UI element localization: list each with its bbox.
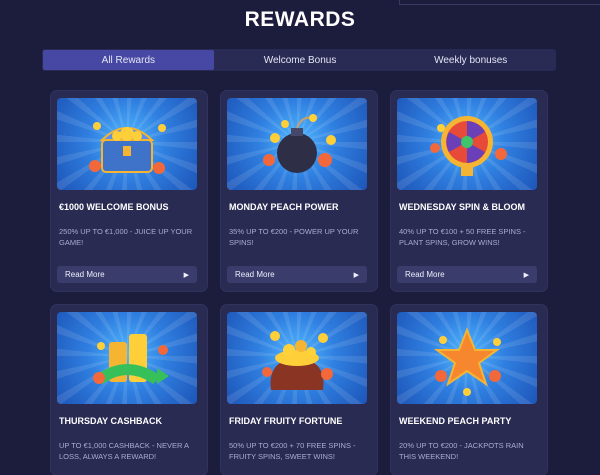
card-image <box>57 98 197 190</box>
card-description: 20% UP TO €200 - JACKPOTS RAIN THIS WEEK… <box>399 441 524 461</box>
read-more-label: Read More <box>65 270 105 279</box>
read-more-label: Read More <box>405 270 445 279</box>
card-description: 50% UP TO €200 + 70 FREE SPINS - FRUITY … <box>229 441 356 461</box>
coin-stack-icon <box>93 334 169 384</box>
tab-welcome-bonus[interactable]: Welcome Bonus <box>215 49 386 71</box>
card-description: UP TO €1,000 CASHBACK - NEVER A LOSS, AL… <box>59 441 189 461</box>
card-image <box>227 98 367 190</box>
card-description: 250% UP TO €1,000 - JUICE UP YOUR GAME! <box>59 227 193 247</box>
top-border-line <box>399 0 600 5</box>
reward-card: €1000 WELCOME BONUS 250% UP TO €1,000 - … <box>51 91 207 291</box>
play-arrow-icon: ▶ <box>523 271 529 279</box>
reward-card: MONDAY PEACH POWER 35% UP TO €200 - POWE… <box>221 91 377 291</box>
bomb-icon <box>263 114 336 173</box>
reward-card: FRIDAY FRUITY FORTUNE 50% UP TO €200 + 7… <box>221 305 377 475</box>
card-image <box>227 312 367 404</box>
page-title: REWARDS <box>244 8 356 31</box>
card-description: 35% UP TO €200 - POWER UP YOUR SPINS! <box>229 227 359 247</box>
card-title: MONDAY PEACH POWER <box>229 202 339 212</box>
card-title: FRIDAY FRUITY FORTUNE <box>229 416 343 426</box>
card-description: 40% UP TO €100 + 50 FREE SPINS - PLANT S… <box>399 227 526 247</box>
card-image <box>397 312 537 404</box>
treasure-chest-icon <box>89 122 166 174</box>
reward-card: WEEKEND PEACH PARTY 20% UP TO €200 - JAC… <box>391 305 547 475</box>
card-image <box>57 312 197 404</box>
card-title: THURSDAY CASHBACK <box>59 416 163 426</box>
card-title: €1000 WELCOME BONUS <box>59 202 169 212</box>
star-icon <box>433 327 501 396</box>
card-image <box>397 98 537 190</box>
tab-all-rewards[interactable]: All Rewards <box>43 50 214 70</box>
play-arrow-icon: ▶ <box>353 271 359 279</box>
play-arrow-icon: ▶ <box>183 271 189 279</box>
tab-weekly-bonuses[interactable]: Weekly bonuses <box>385 49 556 71</box>
read-more-button[interactable]: Read More ▶ <box>227 266 367 283</box>
card-title: WEDNESDAY SPIN & BLOOM <box>399 202 526 212</box>
read-more-label: Read More <box>235 270 275 279</box>
read-more-button[interactable]: Read More ▶ <box>57 266 197 283</box>
coin-bag-icon <box>262 331 333 390</box>
reward-card: WEDNESDAY SPIN & BLOOM 40% UP TO €100 + … <box>391 91 547 291</box>
prize-wheel-icon <box>430 116 507 176</box>
card-title: WEEKEND PEACH PARTY <box>399 416 512 426</box>
reward-card: THURSDAY CASHBACK UP TO €1,000 CASHBACK … <box>51 305 207 475</box>
rewards-tab-bar: All Rewards Welcome Bonus Weekly bonuses <box>42 49 556 71</box>
read-more-button[interactable]: Read More ▶ <box>397 266 537 283</box>
